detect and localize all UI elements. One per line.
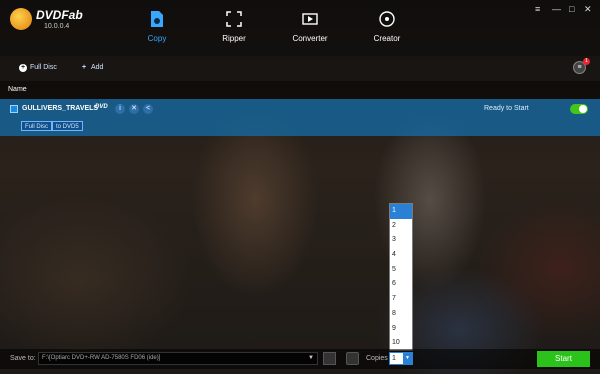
iso-disc-icon[interactable] xyxy=(346,352,359,365)
minimize-icon[interactable]: — xyxy=(552,4,561,14)
bottom-bar: Save to: F:\[Optiarc DVD+-RW AD-7580S FD… xyxy=(0,349,600,369)
save-to-select[interactable]: F:\[Optiarc DVD+-RW AD-7580S FD06 (ide)]… xyxy=(38,352,318,365)
copies-option[interactable]: 1 xyxy=(390,204,412,219)
copies-option[interactable]: 4 xyxy=(390,248,412,263)
copies-select[interactable]: 1 ▼ xyxy=(389,352,413,365)
list-header: Name xyxy=(0,81,600,99)
add-button[interactable]: + Add xyxy=(80,64,104,72)
tab-copy-label: Copy xyxy=(147,34,167,43)
dvd-format-icon: DVD xyxy=(95,104,108,110)
remove-icon[interactable]: ✕ xyxy=(129,104,139,114)
save-to-value: F:\[Optiarc DVD+-RW AD-7580S FD06 (ide)] xyxy=(42,355,161,361)
ripper-icon xyxy=(226,11,242,27)
save-to-label: Save to: xyxy=(10,355,36,362)
creator-icon xyxy=(379,11,395,27)
copies-value: 1 xyxy=(392,355,396,362)
list-item[interactable]: GULLIVERS_TRAVELS DVD i ✕ < Ready to Sta… xyxy=(0,99,600,136)
copy-disc-icon xyxy=(151,11,163,27)
tab-converter-label: Converter xyxy=(292,34,328,43)
add-icon: + xyxy=(81,64,87,71)
info-icon[interactable]: i xyxy=(115,104,125,114)
action-toolbar: + Full Disc + Add xyxy=(0,56,600,81)
close-icon[interactable]: ✕ xyxy=(584,4,592,15)
queue-count-badge: 1 xyxy=(583,58,590,65)
copies-option[interactable]: 5 xyxy=(390,263,412,278)
copies-option[interactable]: 9 xyxy=(390,322,412,337)
add-label: Add xyxy=(91,64,104,71)
chevron-down-icon: ▼ xyxy=(308,355,314,361)
copies-dropdown-list: 1 2 3 4 5 6 7 8 9 10 xyxy=(389,203,413,351)
title-bar: DVDFab 10.0.0.4 Copy Ripper Converter Cr… xyxy=(0,0,600,56)
plus-icon: + xyxy=(19,64,27,72)
copies-option[interactable]: 6 xyxy=(390,277,412,292)
tab-ripper[interactable]: Ripper xyxy=(204,10,264,43)
full-disc-button[interactable]: + Full Disc xyxy=(19,64,57,72)
share-icon[interactable]: < xyxy=(143,104,153,114)
item-checkbox[interactable] xyxy=(10,105,18,113)
tab-converter[interactable]: Converter xyxy=(280,10,340,43)
copies-option[interactable]: 3 xyxy=(390,233,412,248)
name-column-header: Name xyxy=(8,86,27,93)
chevron-down-icon: ▼ xyxy=(403,353,412,364)
tab-creator-label: Creator xyxy=(373,34,401,43)
converter-icon xyxy=(302,13,318,25)
app-version: 10.0.0.4 xyxy=(44,23,70,30)
full-disc-label: Full Disc xyxy=(30,64,57,71)
copies-option[interactable]: 7 xyxy=(390,292,412,307)
start-button[interactable]: Start xyxy=(537,351,590,367)
tab-ripper-label: Ripper xyxy=(222,34,246,43)
copies-option[interactable]: 2 xyxy=(390,219,412,234)
dvdfab-logo xyxy=(10,8,32,30)
menu-icon[interactable]: ≡ xyxy=(535,4,540,14)
folder-icon[interactable] xyxy=(323,352,336,365)
output-tag[interactable]: to DVD5 xyxy=(52,121,83,131)
copies-label: Copies xyxy=(366,355,388,362)
tab-creator[interactable]: Creator xyxy=(357,10,417,43)
item-title: GULLIVERS_TRAVELS xyxy=(22,105,99,112)
app-name: DVDFab xyxy=(36,8,83,22)
mode-tag[interactable]: Full Disc xyxy=(21,121,53,131)
copies-option[interactable]: 8 xyxy=(390,307,412,322)
item-status: Ready to Start xyxy=(484,105,529,112)
maximize-icon[interactable]: □ xyxy=(569,4,574,14)
item-enable-toggle[interactable] xyxy=(570,104,588,114)
tab-copy[interactable]: Copy xyxy=(127,10,187,43)
